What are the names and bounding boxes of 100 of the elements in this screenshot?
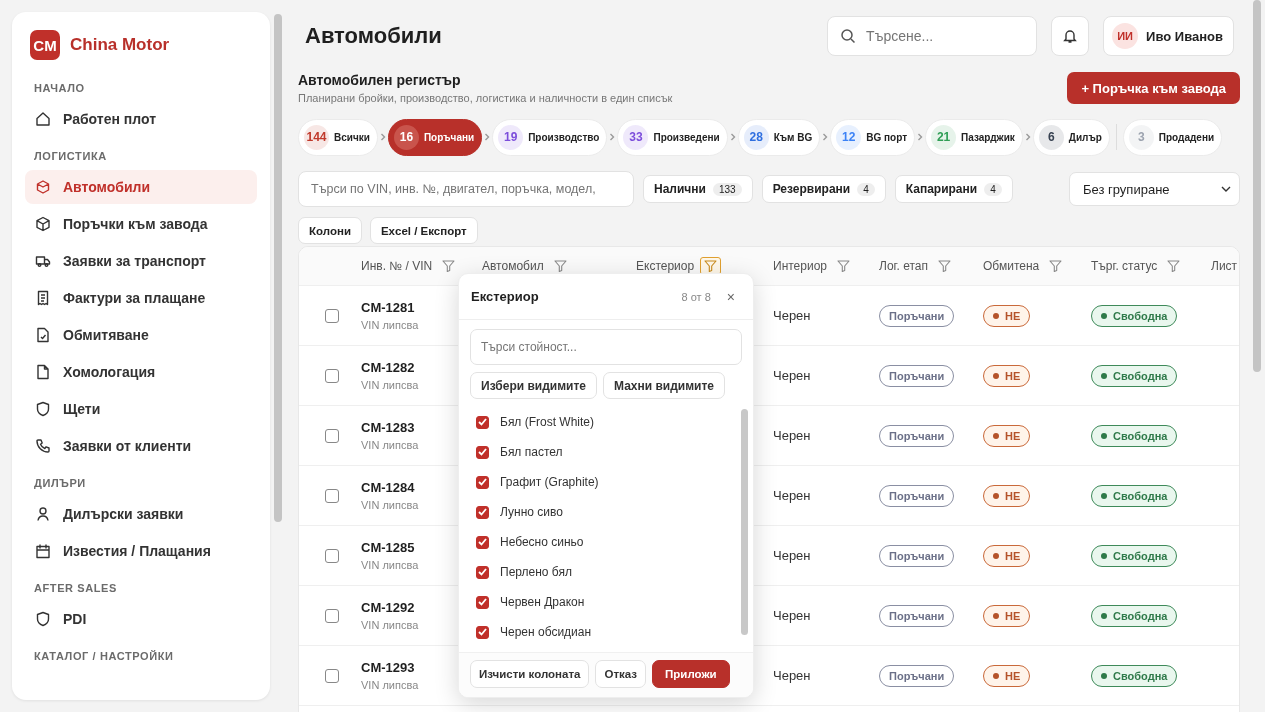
stage-tab[interactable]: 144 Всички	[298, 118, 378, 156]
stage-tab[interactable]: 3 Продадени	[1122, 118, 1223, 156]
user-menu[interactable]: ИИ Иво Иванов	[1103, 16, 1234, 56]
sidebar-item[interactable]: Автомобили	[25, 170, 257, 204]
sidebar-item[interactable]: Дилърски заявки	[25, 497, 257, 531]
column-header: Автомобил	[482, 259, 544, 273]
inventory-number: CM-1285	[361, 540, 416, 555]
option-checkbox[interactable]	[476, 595, 489, 609]
status-pill: Свободна	[1091, 484, 1178, 507]
stage-pill: Поръчани	[879, 424, 955, 447]
stage-tab[interactable]: 12 BG порт	[830, 118, 916, 156]
row-checkbox[interactable]	[325, 428, 339, 443]
logo-mark: CM	[30, 30, 60, 60]
sidebar-item[interactable]: Заявки от клиенти	[25, 429, 257, 463]
popup-title: Екстериор	[471, 289, 540, 304]
toolbar-button[interactable]: Excel / Експорт	[369, 217, 478, 244]
sidebar-item[interactable]: Фактури за плащане	[25, 281, 257, 315]
truck-icon	[35, 253, 51, 269]
row-checkbox[interactable]	[325, 368, 339, 383]
filter-chip[interactable]: Резервирани 4	[761, 175, 886, 203]
search-field[interactable]: Търсене...	[827, 16, 1038, 56]
row-checkbox[interactable]	[325, 548, 339, 563]
grouping-dropdown[interactable]: Без групиране	[1069, 172, 1240, 206]
value-search-field[interactable]: Търси стойност...	[470, 329, 742, 365]
chip-count: 133	[712, 182, 742, 196]
stage-tab[interactable]: 16 Поръчани	[387, 118, 483, 156]
stage-tab[interactable]: 6 Дилър	[1032, 118, 1110, 156]
sidebar-item[interactable]: Заявки за транспорт	[25, 244, 257, 278]
option-item[interactable]: Небесно синьо	[470, 527, 742, 557]
row-checkbox[interactable]	[325, 668, 339, 683]
sidebar-item[interactable]: Поръчки към завода	[25, 207, 257, 241]
stage-label: Поръчани	[423, 131, 475, 143]
section-title: ЛОГИСТИКА	[33, 150, 108, 162]
status-pill: Свободна	[1091, 364, 1178, 387]
select-button[interactable]: Избери видимите	[470, 372, 597, 399]
select-button[interactable]: Махни видимите	[603, 372, 725, 399]
vin-status: VIN липсва	[361, 679, 420, 691]
sidebar-item[interactable]: Хомологация	[25, 355, 257, 389]
stage-tab[interactable]: 19 Производство	[492, 118, 608, 156]
option-item[interactable]: Червен Дракон	[470, 587, 742, 617]
inventory-number: CM-1283	[361, 420, 416, 435]
section-title: КАТАЛОГ / НАСТРОЙКИ	[33, 650, 175, 662]
option-checkbox[interactable]	[476, 445, 489, 459]
new-order-button[interactable]: + Поръчка към завода	[1067, 72, 1240, 104]
close-button[interactable]: ×	[720, 288, 741, 305]
option-item[interactable]: Графит (Graphite)	[470, 467, 742, 497]
stage-label: Производство	[528, 131, 600, 143]
scrollbar-thumb[interactable]	[741, 409, 748, 635]
sidebar-item[interactable]: Работен плот	[25, 102, 257, 136]
sidebar-item[interactable]: Обмитяване	[25, 318, 257, 352]
option-item[interactable]: Перлено бял	[470, 557, 742, 587]
inventory-number: CM-1292	[361, 600, 416, 615]
option-checkbox[interactable]	[476, 565, 489, 579]
option-checkbox[interactable]	[476, 535, 489, 549]
chevron-right-icon	[822, 133, 829, 141]
column-header: Търг. статус	[1091, 259, 1158, 273]
notifications-button[interactable]	[1051, 16, 1090, 56]
filter-chip[interactable]: Капарирани 4	[894, 175, 1013, 203]
table-cell: Черен	[773, 668, 811, 683]
row-checkbox[interactable]	[325, 308, 339, 323]
vin-search-field[interactable]: Търси по VIN, инв. №, двигател, поръчка, модел,	[298, 171, 634, 207]
sidebar-item[interactable]: Щети	[25, 392, 257, 426]
option-checkbox[interactable]	[476, 415, 489, 429]
footer-button[interactable]: Отказ	[595, 660, 647, 688]
stage-tab[interactable]: 21 Пазарджик	[925, 118, 1023, 156]
customs-pill: НЕ	[983, 304, 1031, 327]
stage-count: 144	[304, 124, 329, 150]
toolbar-button[interactable]: Колони	[298, 217, 362, 244]
scrollbar-thumb[interactable]	[274, 14, 282, 522]
stage-pill: Поръчани	[879, 664, 955, 687]
customs-pill: НЕ	[983, 424, 1031, 447]
filter-icon	[1167, 260, 1181, 272]
option-item[interactable]: Бял пастел	[470, 437, 742, 467]
scrollbar-thumb[interactable]	[1253, 0, 1261, 372]
status-pill: Свободна	[1091, 544, 1178, 567]
sidebar-item[interactable]: Известия / Плащания	[25, 534, 257, 568]
file-icon	[35, 364, 51, 380]
option-item[interactable]: Черен обсидиан	[470, 617, 742, 647]
row-checkbox[interactable]	[325, 608, 339, 623]
option-checkbox[interactable]	[476, 505, 489, 519]
status-pill: Свободна	[1091, 664, 1178, 687]
receipt-icon	[35, 290, 51, 306]
option-item[interactable]: Лунно сиво	[470, 497, 742, 527]
filter-chip[interactable]: Налични 133	[643, 175, 753, 203]
apply-button[interactable]: Приложи	[652, 660, 730, 688]
row-checkbox[interactable]	[325, 488, 339, 503]
sidebar-item[interactable]: PDI	[25, 602, 257, 636]
brand-name: China Motor	[70, 35, 170, 55]
stage-tab[interactable]: 33 Произведени	[617, 118, 728, 156]
footer-button[interactable]: Изчисти колоната	[470, 660, 590, 688]
section-title: НАЧАЛО	[33, 82, 86, 94]
stage-count: 6	[1038, 124, 1064, 150]
option-checkbox[interactable]	[476, 625, 489, 639]
option-checkbox[interactable]	[476, 475, 489, 489]
stage-tab[interactable]: 28 Към BG	[737, 118, 821, 156]
table-cell: Черен	[773, 428, 811, 443]
table-cell: Черен	[773, 608, 811, 623]
vin-status: VIN липсва	[361, 499, 420, 511]
option-item[interactable]: Бял (Frost White)	[470, 407, 742, 437]
stage-count: 19	[498, 124, 524, 150]
